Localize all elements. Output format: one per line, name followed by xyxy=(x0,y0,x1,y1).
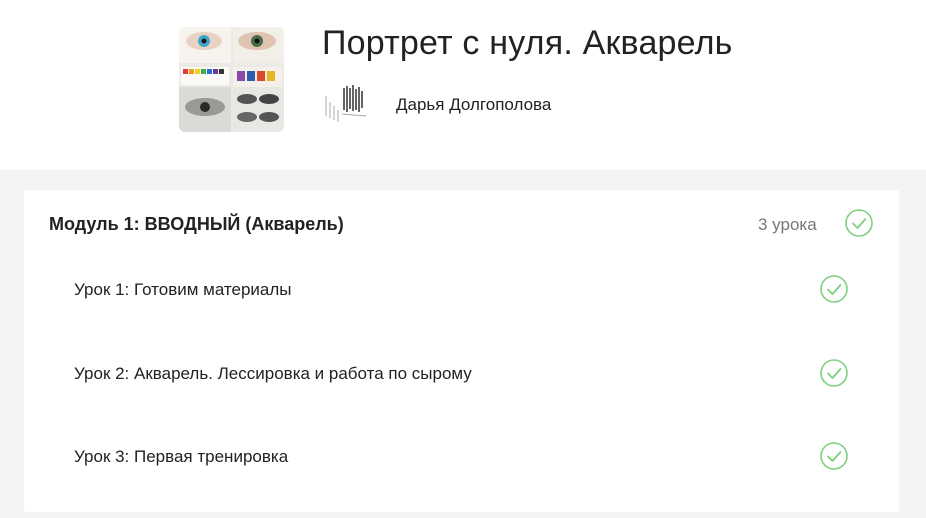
module-title[interactable]: Модуль 1: ВВОДНЫЙ (Акварель) xyxy=(49,214,344,235)
lesson-label[interactable]: Урок 2: Акварель. Лессировка и работа по… xyxy=(74,364,472,384)
lesson-item[interactable]: Урок 1: Готовим материалы xyxy=(24,270,899,310)
lesson-label[interactable]: Урок 1: Готовим материалы xyxy=(74,280,292,300)
module-card: Модуль 1: ВВОДНЫЙ (Акварель) 3 урока Уро… xyxy=(24,190,899,512)
course-title: Портрет с нуля. Акварель xyxy=(322,24,733,62)
lesson-item[interactable]: Урок 2: Акварель. Лессировка и работа по… xyxy=(24,354,899,394)
course-header: Портрет с нуля. Акварель Дарья Долгополо… xyxy=(0,0,926,170)
author-avatar[interactable] xyxy=(322,82,370,128)
module-lesson-count: 3 урока xyxy=(758,215,817,234)
check-circle-icon xyxy=(819,358,849,388)
check-circle-icon xyxy=(819,274,849,304)
check-circle-icon xyxy=(819,441,849,471)
author-name[interactable]: Дарья Долгополова xyxy=(396,95,551,115)
course-cover-image xyxy=(179,27,284,132)
lesson-item[interactable]: Урок 3: Первая тренировка xyxy=(24,437,899,477)
check-circle-icon xyxy=(844,208,874,238)
lesson-label[interactable]: Урок 3: Первая тренировка xyxy=(74,447,288,467)
